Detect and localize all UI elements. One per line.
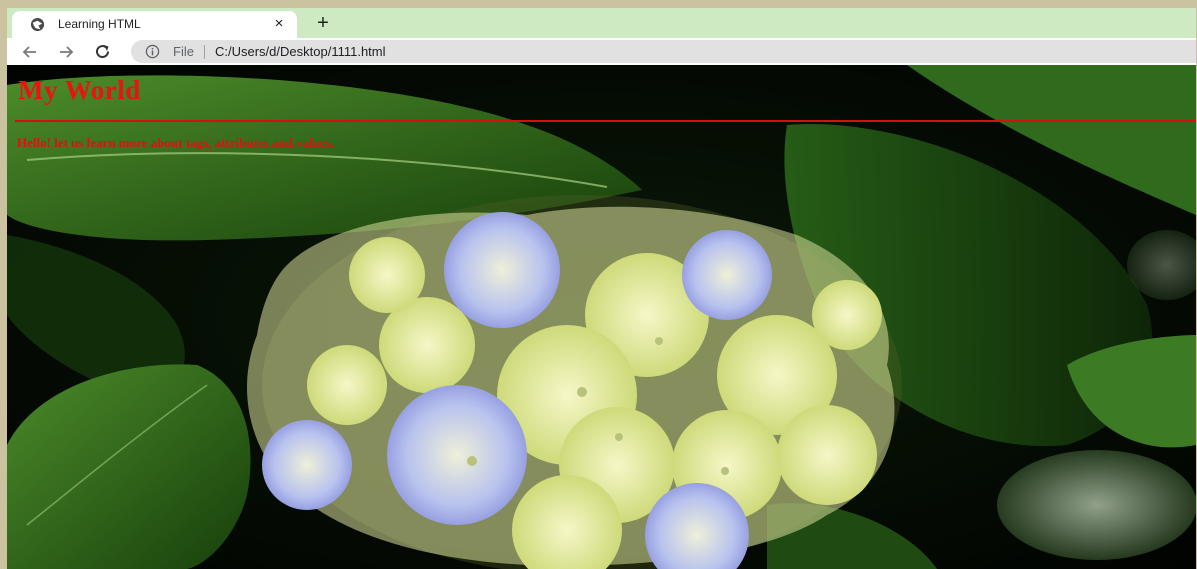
reload-icon[interactable] (93, 42, 113, 62)
url-text[interactable]: C:/Users/d/Desktop/1111.html (215, 44, 386, 59)
arrow-left-icon[interactable] (20, 42, 40, 62)
address-separator (204, 45, 205, 59)
address-bar[interactable]: File C:/Users/d/Desktop/1111.html (131, 40, 1196, 63)
scheme-label: File (173, 44, 194, 59)
page-heading: My World (18, 75, 141, 105)
info-icon[interactable] (145, 44, 160, 59)
new-tab-button[interactable]: + (312, 13, 334, 33)
tab-title: Learning HTML (58, 17, 141, 31)
tab-learning-html[interactable]: Learning HTML × (12, 11, 297, 38)
globe-icon (30, 17, 45, 32)
horizontal-rule (15, 120, 1196, 122)
page-viewport: My World Hello! let us learn more about … (7, 65, 1196, 569)
browser-toolbar: File C:/Users/d/Desktop/1111.html (7, 38, 1196, 65)
page-paragraph: Hello! let us learn more about tags, att… (17, 135, 335, 150)
tab-strip: Learning HTML × + (7, 8, 1196, 38)
browser-window: Learning HTML × + File C:/Users/d/Deskto… (7, 8, 1196, 569)
close-icon[interactable]: × (270, 15, 288, 33)
arrow-right-icon[interactable] (56, 42, 76, 62)
